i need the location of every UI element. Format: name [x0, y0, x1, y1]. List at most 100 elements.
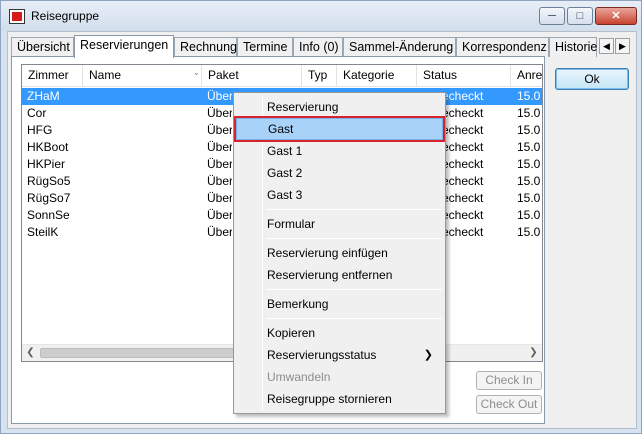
menu-item-reservierung-entfernen[interactable]: Reservierung entfernen: [236, 264, 443, 286]
tab-info[interactable]: Info (0): [293, 37, 343, 57]
cell-paket: Überr: [207, 208, 232, 222]
tab-korrespondenz[interactable]: Korrespondenz: [456, 37, 549, 57]
cell-status: echeckt: [442, 191, 484, 205]
menu-item-gast-2[interactable]: Gast 2: [236, 162, 443, 184]
menu-item-kopieren[interactable]: Kopieren: [236, 322, 443, 344]
menu-item-reservierungsstatus[interactable]: Reservierungsstatus ❯: [236, 344, 443, 366]
cell-zimmer: HKPier: [27, 157, 66, 171]
cell-zimmer: Cor: [27, 106, 47, 120]
tab-label: Sammel-Änderung: [349, 40, 454, 54]
cell-anreise: 15.0: [517, 123, 541, 137]
minimize-button[interactable]: ─: [539, 7, 565, 25]
cell-paket: Überr: [207, 157, 232, 171]
app-icon: [9, 9, 25, 24]
menu-item-label: Reservierung einfügen: [267, 246, 388, 260]
cell-anreise: 15.0: [517, 140, 541, 154]
menu-item-label: Formular: [267, 217, 316, 231]
column-header-label: Anrei: [517, 68, 543, 82]
tab-termine[interactable]: Termine: [237, 37, 293, 57]
cell-status: echeckt: [442, 225, 484, 239]
cell-status: echeckt: [442, 174, 484, 188]
menu-item-formular[interactable]: Formular: [236, 213, 443, 235]
tab-historie[interactable]: Historie: [549, 37, 597, 57]
cell-zimmer: RügSo7: [27, 191, 71, 205]
check-in-button[interactable]: Check In: [476, 371, 542, 390]
column-header-status[interactable]: Status: [417, 65, 511, 87]
cell-anreise: 15.0: [517, 89, 541, 103]
tab-rechnung[interactable]: Rechnung: [174, 37, 237, 57]
close-icon: ✕: [611, 10, 621, 22]
check-out-button[interactable]: Check Out: [476, 395, 542, 414]
menu-item-gast-1[interactable]: Gast 1: [236, 140, 443, 162]
cell-paket: Überr: [207, 140, 232, 154]
cell-zimmer: HKBoot: [27, 140, 69, 154]
column-header-label: Status: [423, 68, 458, 82]
column-header-zimmer[interactable]: Zimmer: [22, 65, 83, 87]
menu-item-label: Reservierung: [267, 100, 339, 114]
tab-scroll-left-button[interactable]: ◀: [599, 38, 614, 54]
tab-scroll-right-button[interactable]: ▶: [615, 38, 630, 54]
menu-item-label: Gast: [268, 122, 294, 136]
cell-status: echeckt: [442, 89, 484, 103]
ok-label: Ok: [584, 72, 600, 86]
column-header-typ[interactable]: Typ: [302, 65, 337, 87]
tab-label: Historie: [555, 40, 598, 54]
menu-item-reservierung-einfuegen[interactable]: Reservierung einfügen: [236, 242, 443, 264]
cell-anreise: 15.0: [517, 157, 541, 171]
close-button[interactable]: ✕: [595, 7, 637, 25]
cell-zimmer: HFG: [27, 123, 53, 137]
scroll-left-button[interactable]: ❮: [22, 345, 39, 361]
cell-status: echeckt: [442, 140, 484, 154]
tab-label: Rechnung: [180, 40, 237, 54]
maximize-button[interactable]: □: [567, 7, 593, 25]
check-out-label: Check Out: [480, 397, 538, 411]
minimize-icon: ─: [548, 10, 556, 22]
menu-separator: [266, 318, 442, 319]
menu-item-label: Gast 3: [267, 188, 303, 202]
chevron-right-icon: ▶: [619, 41, 626, 51]
list-header: Zimmer Name ⌄ Paket Typ Kategorie Status …: [22, 65, 542, 87]
menu-item-label: Gast 2: [267, 166, 303, 180]
menu-item-reisegruppe-stornieren[interactable]: Reisegruppe stornieren: [236, 388, 443, 410]
menu-separator: [266, 238, 442, 239]
column-header-name[interactable]: Name ⌄: [83, 65, 202, 87]
cell-anreise: 15.0: [517, 174, 541, 188]
column-header-label: Paket: [208, 68, 239, 82]
menu-item-reservierung[interactable]: Reservierung: [236, 96, 443, 118]
cell-anreise: 15.0: [517, 106, 541, 120]
chevron-left-icon: ◀: [603, 41, 610, 51]
submenu-chevron-right-icon: ❯: [423, 349, 433, 361]
tab-reservierungen[interactable]: Reservierungen: [74, 35, 174, 58]
cell-status: echeckt: [442, 208, 484, 222]
window-title: Reisegruppe: [31, 9, 100, 23]
cell-paket: Überr: [207, 191, 232, 205]
column-header-paket[interactable]: Paket: [202, 65, 302, 87]
cell-status: echeckt: [442, 106, 484, 120]
cell-anreise: 15.0: [517, 225, 541, 239]
tab-label: Übersicht: [17, 40, 70, 54]
scroll-right-button[interactable]: ❯: [525, 345, 542, 361]
cell-zimmer: ZHaM: [27, 89, 60, 103]
cell-paket: Überr: [207, 174, 232, 188]
title-bar[interactable]: Reisegruppe ─ □ ✕: [1, 1, 641, 31]
column-header-anreise[interactable]: Anrei: [511, 65, 543, 87]
menu-item-gast-3[interactable]: Gast 3: [236, 184, 443, 206]
menu-item-bemerkung[interactable]: Bemerkung: [236, 293, 443, 315]
menu-item-gast[interactable]: Gast: [234, 116, 445, 142]
ok-button[interactable]: Ok: [555, 68, 629, 90]
tab-label: Reservierungen: [80, 38, 169, 52]
cell-anreise: 15.0: [517, 191, 541, 205]
cell-zimmer: SteilK: [27, 225, 59, 239]
check-in-label: Check In: [485, 373, 533, 387]
context-menu: Reservierung Gast Gast 1 Gast 2 Gast 3 F…: [233, 92, 446, 414]
column-header-label: Kategorie: [343, 68, 395, 82]
chevron-left-icon: ❮: [26, 347, 35, 358]
chevron-right-icon: ❯: [529, 347, 538, 358]
column-header-kategorie[interactable]: Kategorie: [337, 65, 417, 87]
column-header-label: Name: [89, 68, 122, 82]
tab-uebersicht[interactable]: Übersicht: [11, 37, 74, 57]
tab-sammel-aenderung[interactable]: Sammel-Änderung: [343, 37, 456, 57]
column-header-label: Zimmer: [28, 68, 69, 82]
menu-item-umwandeln: Umwandeln: [236, 366, 443, 388]
cell-paket: Überr: [207, 106, 232, 120]
